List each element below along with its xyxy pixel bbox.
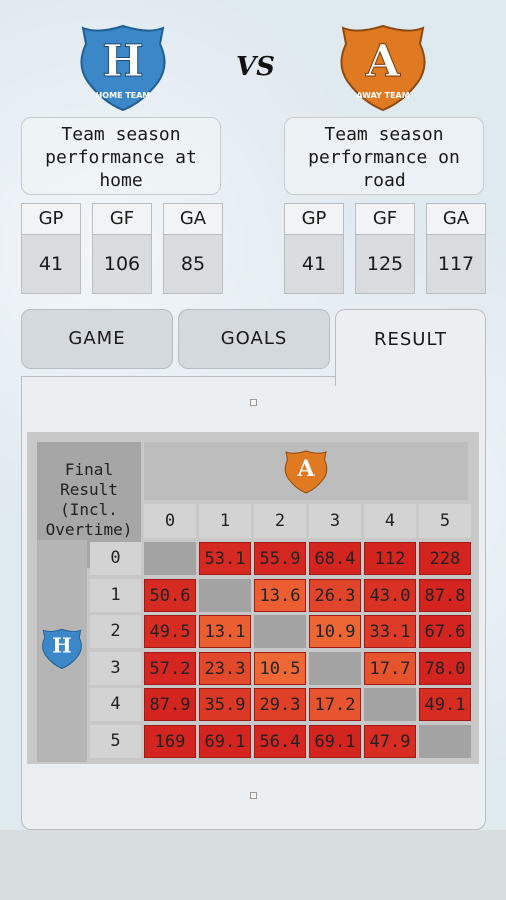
home-score-header: 4 <box>90 688 141 722</box>
odds-cell: 13.6 <box>254 578 306 612</box>
odds-cell: 10.9 <box>309 615 361 649</box>
vs-label: VS <box>236 52 275 82</box>
home-score-header: 1 <box>90 578 141 612</box>
home-stat-gp: GP 41 <box>21 203 81 294</box>
empty-cell <box>254 615 306 649</box>
stat-value: 41 <box>301 253 327 275</box>
odds-cell: 26.3 <box>309 578 361 612</box>
empty-cell <box>364 688 416 722</box>
stat-label: GA <box>164 204 222 235</box>
odds-cell: 17.2 <box>309 688 361 722</box>
home-team-logo: H HOME TEAM <box>80 24 166 112</box>
home-score-header: 0 <box>90 542 141 575</box>
tab-game[interactable]: GAME <box>21 309 173 369</box>
odds-cell: 57.2 <box>144 651 196 685</box>
odds-cell: 56.4 <box>254 725 306 758</box>
away-performance-title: Team season performance on road <box>284 117 484 195</box>
empty-cell <box>199 578 251 612</box>
away-stat-ga: GA 117 <box>426 203 486 294</box>
stat-value: 125 <box>366 253 404 275</box>
stat-value: 117 <box>437 253 475 275</box>
away-score-header: 0 <box>144 504 196 538</box>
empty-cell <box>419 725 471 758</box>
home-team-logo-small: H <box>42 628 82 670</box>
odds-cell: 17.7 <box>364 651 416 685</box>
home-stat-ga: GA 85 <box>163 203 223 294</box>
svg-text:A: A <box>365 36 401 87</box>
svg-text:A: A <box>296 456 315 482</box>
odds-cell: 35.9 <box>199 688 251 722</box>
home-score-header: 3 <box>90 651 141 685</box>
away-score-header: 2 <box>254 504 306 538</box>
odds-cell: 29.3 <box>254 688 306 722</box>
odds-cell: 49.5 <box>144 615 196 649</box>
odds-cell: 33.1 <box>364 615 416 649</box>
away-team-logo-small: A <box>284 450 328 494</box>
svg-text:H: H <box>52 634 71 658</box>
empty-cell <box>144 542 196 575</box>
away-score-header: 1 <box>199 504 251 538</box>
home-score-header: 2 <box>90 615 141 649</box>
svg-text:HOME TEAM: HOME TEAM <box>96 91 151 100</box>
odds-cell: 47.9 <box>364 725 416 758</box>
stat-value: 85 <box>180 253 206 275</box>
odds-cell: 169 <box>144 725 196 758</box>
odds-cell: 13.1 <box>199 615 251 649</box>
home-stat-gf: GF 106 <box>92 203 152 294</box>
stat-label: GP <box>22 204 80 235</box>
odds-cell: 87.8 <box>419 578 471 612</box>
result-odds-table: Final Result (Incl. Overtime) A 0 1 2 3 4 5 H 0 53… <box>27 432 479 764</box>
stat-label: GF <box>356 204 414 235</box>
tab-result[interactable]: RESULT <box>335 309 486 386</box>
odds-cell: 49.1 <box>419 688 471 722</box>
odds-cell: 69.1 <box>309 725 361 758</box>
stat-value: 106 <box>103 253 141 275</box>
svg-text:AWAY TEAM: AWAY TEAM <box>356 91 409 100</box>
odds-cell: 43.0 <box>364 578 416 612</box>
away-score-header: 4 <box>364 504 416 538</box>
stat-value: 41 <box>38 253 64 275</box>
odds-cell: 78.0 <box>419 651 471 685</box>
odds-cell: 87.9 <box>144 688 196 722</box>
odds-cell: 228 <box>419 542 471 575</box>
scroll-indicator-top-icon <box>250 399 257 406</box>
home-score-header: 5 <box>90 725 141 758</box>
bottom-area <box>0 830 506 900</box>
odds-cell: 10.5 <box>254 651 306 685</box>
odds-cell: 55.9 <box>254 542 306 575</box>
away-score-header: 5 <box>419 504 471 538</box>
odds-cell: 67.6 <box>419 615 471 649</box>
home-team-header: H <box>37 540 87 762</box>
stat-label: GP <box>285 204 343 235</box>
stat-label: GA <box>427 204 485 235</box>
home-performance-title: Team season performance at home <box>21 117 221 195</box>
away-score-header: 3 <box>309 504 361 538</box>
scroll-indicator-bottom-icon <box>250 792 257 799</box>
away-team-logo: A AWAY TEAM <box>340 24 426 112</box>
odds-cell: 53.1 <box>199 542 251 575</box>
odds-cell: 112 <box>364 542 416 575</box>
stat-label: GF <box>93 204 151 235</box>
svg-text:H: H <box>102 36 144 87</box>
odds-cell: 69.1 <box>199 725 251 758</box>
empty-cell <box>309 651 361 685</box>
away-stat-gp: GP 41 <box>284 203 344 294</box>
away-team-header: A <box>144 442 468 500</box>
away-stat-gf: GF 125 <box>355 203 415 294</box>
odds-cell: 68.4 <box>309 542 361 575</box>
odds-cell: 50.6 <box>144 578 196 612</box>
tab-goals[interactable]: GOALS <box>178 309 330 369</box>
odds-cell: 23.3 <box>199 651 251 685</box>
